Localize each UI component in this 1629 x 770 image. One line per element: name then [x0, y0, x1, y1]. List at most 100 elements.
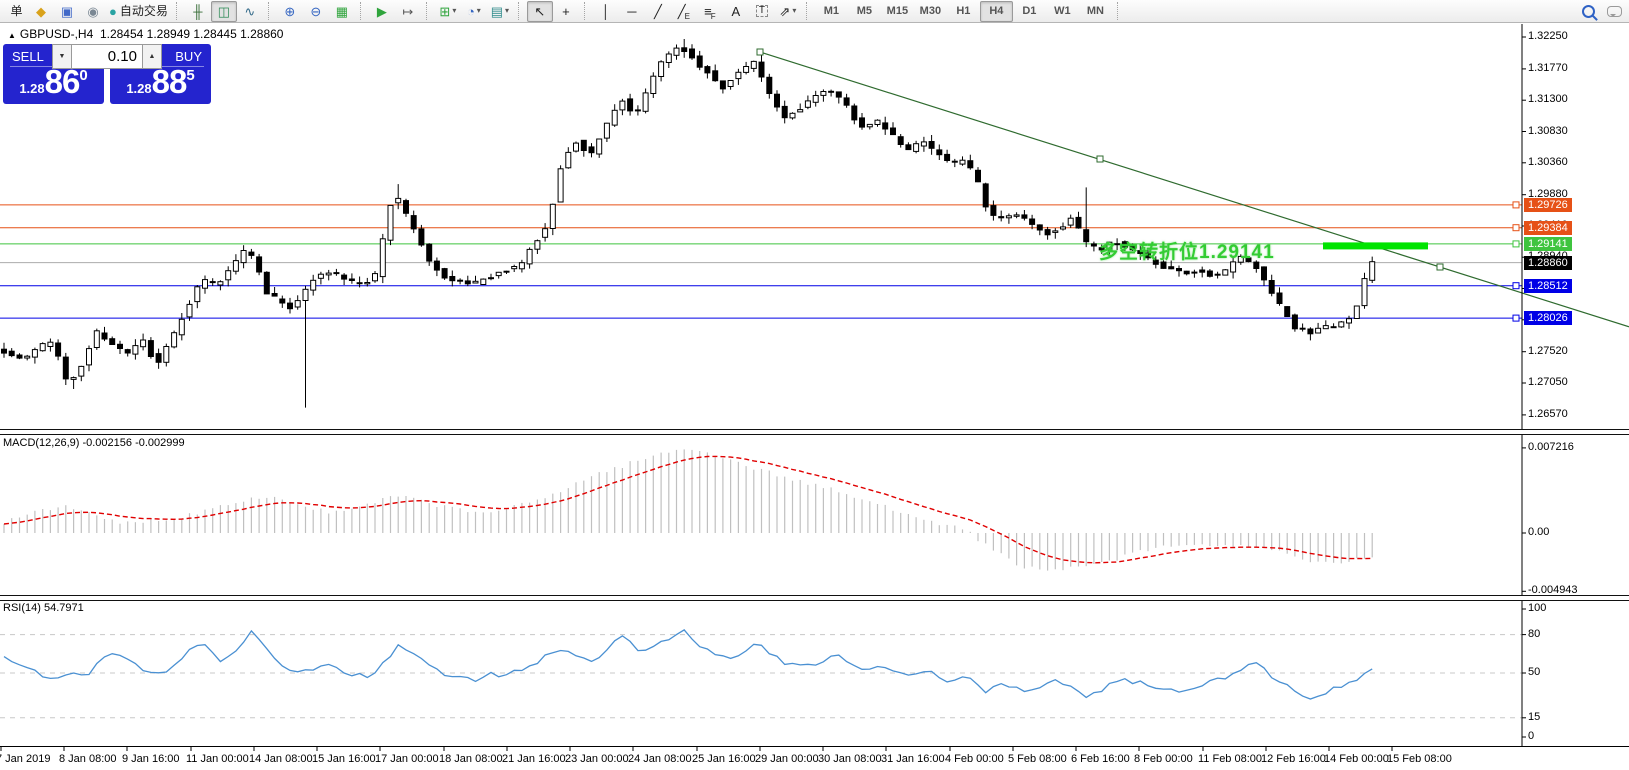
- time-tick-label: 21 Jan 16:00: [502, 753, 566, 765]
- rsi-tick-label: 50: [1528, 666, 1540, 678]
- rsi-tick-label: 15: [1528, 711, 1540, 723]
- toolbar-separator: [584, 2, 589, 20]
- collapse-panel-icon[interactable]: ▲: [8, 31, 16, 40]
- chat-icon[interactable]: [1601, 1, 1627, 22]
- price-tick-label: 1.26570: [1528, 408, 1568, 420]
- chart-canvas[interactable]: [0, 0, 1629, 770]
- tile-windows-icon[interactable]: ▦: [329, 1, 355, 22]
- text-icon[interactable]: A: [723, 1, 749, 22]
- time-tick-label: 11 Jan 00:00: [186, 753, 249, 765]
- pane-divider-rsi[interactable]: [0, 595, 1629, 601]
- time-tick-label: 29 Jan 00:00: [755, 753, 819, 765]
- horizontal-line-icon[interactable]: ─: [619, 1, 645, 22]
- vertical-line-icon[interactable]: │: [593, 1, 619, 22]
- horizontal-line-icon: ─: [627, 5, 636, 18]
- auto-scroll-icon[interactable]: ▶: [369, 1, 395, 22]
- price-tick-label: 1.31300: [1528, 93, 1568, 105]
- market-watch-icon[interactable]: ◆: [28, 1, 54, 22]
- time-tick-label: 14 Feb 00:00: [1324, 753, 1389, 765]
- price-tick-label: 1.32250: [1528, 30, 1568, 42]
- price-tick-label: 1.30830: [1528, 125, 1568, 137]
- timeframe-button-m15[interactable]: M15: [881, 1, 914, 22]
- autotrading-button: ●: [109, 5, 117, 18]
- chart-title: ▲GBPUSD-,H4 1.28454 1.28949 1.28445 1.28…: [8, 27, 283, 41]
- macd-tick-label: -0.004943: [1528, 584, 1578, 596]
- equidistant-channel-icon[interactable]: ╱E: [671, 1, 697, 22]
- toolbar-separator: [518, 2, 523, 20]
- cursor-icon[interactable]: ↖: [527, 1, 553, 22]
- indicators-button[interactable]: ⊞▾: [435, 1, 461, 22]
- trading-terminal-window: 单◆▣◉●自动交易╫◫∿⊕⊖▦▶↦⊞▾◔▾▤▾↖+│─╱╱E≡FAT⇗▾M1M5…: [0, 0, 1629, 770]
- autotrading-button-label: 自动交易: [120, 5, 168, 17]
- toolbar-separator: [360, 2, 365, 20]
- time-tick-label: 12 Feb 16:00: [1261, 753, 1326, 765]
- time-tick-label: 30 Jan 08:00: [818, 753, 882, 765]
- time-tick-label: 17 Jan 00:00: [375, 753, 439, 765]
- timeframe-button-m30[interactable]: M30: [914, 1, 947, 22]
- line-chart-icon[interactable]: ∿: [237, 1, 263, 22]
- toolbar-separator: [268, 2, 273, 20]
- trendline-icon[interactable]: ╱: [645, 1, 671, 22]
- search-icon[interactable]: [1575, 1, 1601, 22]
- time-axis-border: [0, 746, 1629, 747]
- fibonacci-icon[interactable]: ≡F: [697, 1, 723, 22]
- text-label-icon[interactable]: T: [749, 1, 775, 22]
- navigator-icon: ◉: [87, 5, 98, 18]
- time-tick-label: 4 Feb 00:00: [945, 753, 1004, 765]
- timeframe-button-h4[interactable]: H4: [980, 1, 1013, 22]
- bar-chart-icon[interactable]: ╫: [185, 1, 211, 22]
- bar-chart-icon: ╫: [193, 5, 202, 18]
- candlestick-chart-icon: ◫: [218, 5, 230, 18]
- navigator-icon[interactable]: ◉: [80, 1, 106, 22]
- timeframe-button-m1[interactable]: M1: [815, 1, 848, 22]
- timeframe-button-d1[interactable]: D1: [1013, 1, 1046, 22]
- one-click-trading-panel: SELL 1.28860 BUY 1.28885 ▼ ▲: [3, 44, 211, 104]
- periods-button[interactable]: ◔▾: [461, 1, 487, 22]
- rsi-tick-label: 0: [1528, 730, 1534, 742]
- zoom-in-icon: ⊕: [284, 5, 295, 18]
- price-tick-label: 1.31770: [1528, 62, 1568, 74]
- time-tick-label: 6 Feb 16:00: [1071, 753, 1130, 765]
- zoom-out-icon[interactable]: ⊖: [303, 1, 329, 22]
- data-window-icon[interactable]: ▣: [54, 1, 80, 22]
- new-order-button[interactable]: 单: [2, 1, 28, 22]
- chart-shift-icon: ↦: [402, 5, 413, 18]
- pane-divider-macd[interactable]: [0, 429, 1629, 435]
- symbol-period-label: GBPUSD-,H4: [20, 27, 93, 41]
- lot-increase-button[interactable]: ▲: [142, 44, 162, 69]
- template-button[interactable]: ▤▾: [487, 1, 513, 22]
- arrows-icon[interactable]: ⇗▾: [775, 1, 801, 22]
- candlestick-chart-icon[interactable]: ◫: [211, 1, 237, 22]
- price-level-badge: 1.29384: [1524, 221, 1572, 235]
- crosshair-icon[interactable]: +: [553, 1, 579, 22]
- timeframe-button-m5[interactable]: M5: [848, 1, 881, 22]
- time-tick-label: 8 Feb 00:00: [1134, 753, 1193, 765]
- timeframe-button-w1[interactable]: W1: [1046, 1, 1079, 22]
- market-watch-icon: ◆: [36, 5, 46, 18]
- tile-windows-icon: ▦: [336, 5, 348, 18]
- time-tick-label: 8 Jan 08:00: [59, 753, 117, 765]
- zoom-in-icon[interactable]: ⊕: [277, 1, 303, 22]
- cursor-icon: ↖: [534, 5, 545, 18]
- dropdown-caret-icon[interactable]: ▾: [792, 7, 796, 15]
- arrows-icon: ⇗: [779, 5, 790, 18]
- toolbar-separator: [176, 2, 181, 20]
- time-tick-label: 18 Jan 08:00: [439, 753, 503, 765]
- dropdown-caret-icon[interactable]: ▾: [452, 7, 456, 15]
- chart-shift-icon[interactable]: ↦: [395, 1, 421, 22]
- crosshair-icon: +: [562, 5, 570, 18]
- lot-size-input[interactable]: [72, 44, 142, 69]
- dropdown-caret-icon[interactable]: ▾: [505, 7, 509, 15]
- dropdown-caret-icon[interactable]: ▾: [477, 7, 481, 15]
- chart-text-annotation: 多空转折位1.29141: [1099, 237, 1275, 264]
- lot-decrease-button[interactable]: ▼: [52, 44, 72, 69]
- macd-indicator-label: MACD(12,26,9) -0.002156 -0.002999: [3, 437, 185, 449]
- autotrading-button[interactable]: ●自动交易: [106, 1, 171, 22]
- price-tick-label: 1.27050: [1528, 376, 1568, 388]
- time-tick-label: 31 Jan 16:00: [881, 753, 945, 765]
- zoom-out-icon: ⊖: [310, 5, 321, 18]
- rsi-tick-label: 80: [1528, 628, 1540, 640]
- timeframe-button-mn[interactable]: MN: [1079, 1, 1112, 22]
- macd-tick-label: 0.00: [1528, 526, 1549, 538]
- timeframe-button-h1[interactable]: H1: [947, 1, 980, 22]
